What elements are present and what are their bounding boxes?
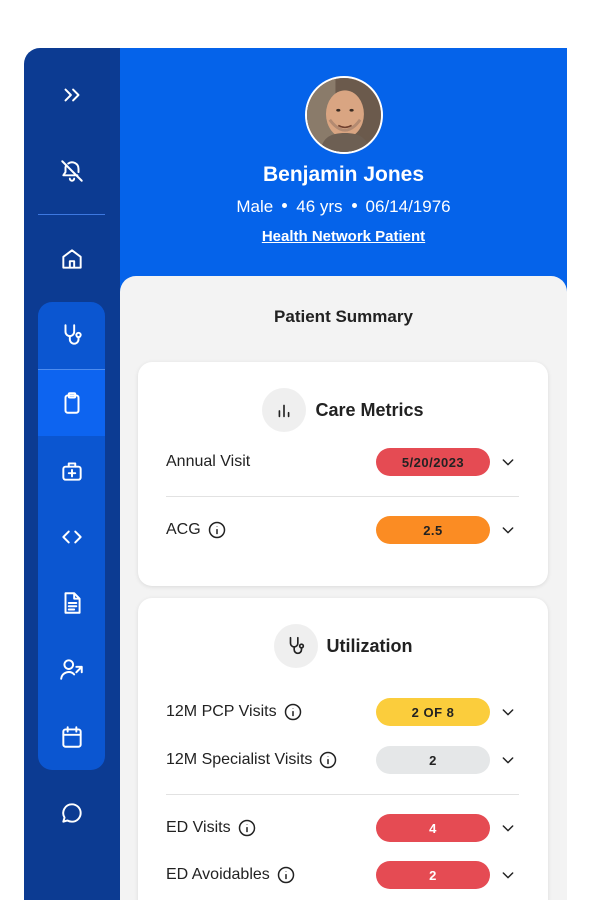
row-label-wrap: ED Visits <box>166 818 257 838</box>
sidebar-divider <box>38 214 105 215</box>
row-label-wrap: 12M PCP Visits <box>166 702 303 722</box>
expand-row-button[interactable] <box>498 452 518 472</box>
sidebar-item-code[interactable] <box>38 504 105 570</box>
code-icon <box>61 530 82 544</box>
stethoscope-icon <box>289 636 304 655</box>
utilization-card: Utilization 12M PCP Visits 2 OF 8 12M Sp… <box>138 598 548 900</box>
avatar <box>305 76 383 154</box>
metric-row-pcp-visits: 12M PCP Visits 2 OF 8 <box>166 697 522 727</box>
metric-label: Annual Visit <box>166 453 251 470</box>
home-icon <box>61 249 82 269</box>
expand-row-button[interactable] <box>498 520 518 540</box>
care-metrics-title: Care Metrics <box>315 399 424 420</box>
metric-row-acg: ACG 2.5 <box>166 515 522 545</box>
metric-label: 12M PCP Visits <box>166 703 277 720</box>
stethoscope-icon <box>64 324 82 345</box>
document-icon <box>64 592 81 614</box>
chevron-down-icon <box>502 459 514 466</box>
medical-kit-icon <box>61 462 82 481</box>
status-badge: 2 <box>376 861 490 889</box>
chevron-down-icon <box>502 709 514 716</box>
expand-sidebar-button[interactable] <box>38 62 105 128</box>
metric-row-ed-avoidables: ED Avoidables 2 <box>166 860 522 890</box>
row-label-wrap: ACG <box>166 520 227 540</box>
patient-panel: Benjamin Jones Male 46 yrs 06/14/1976 Heal… <box>120 48 567 900</box>
calendar-icon <box>61 726 82 748</box>
sidebar-item-care[interactable] <box>38 438 105 504</box>
expand-row-button[interactable] <box>498 865 518 885</box>
card-icon-badge <box>262 388 307 432</box>
chat-icon <box>61 803 82 823</box>
row-label-wrap: 12M Specialist Visits <box>166 750 338 770</box>
clipboard-icon <box>64 392 79 414</box>
metric-row-ed-visits: ED Visits 4 <box>166 813 522 843</box>
app-window: Benjamin Jones Male 46 yrs 06/14/1976 Heal… <box>24 48 567 900</box>
patient-dob: 06/14/1976 <box>365 197 451 216</box>
patient-name: Benjamin Jones <box>262 163 425 186</box>
separator-dot <box>351 203 357 209</box>
metric-label: ACG <box>166 521 201 538</box>
network-status: Health Network Patient <box>120 228 567 245</box>
utilization-header: Utilization <box>138 624 548 668</box>
chevron-down-icon <box>502 527 514 534</box>
summary-title: Patient Summary <box>274 307 413 326</box>
info-icon[interactable] <box>276 865 296 885</box>
chevron-down-icon <box>502 872 514 879</box>
care-metrics-header: Care Metrics <box>138 388 548 432</box>
info-icon[interactable] <box>237 818 257 838</box>
sidebar-item-documents[interactable] <box>38 570 105 636</box>
sidebar-item-messages[interactable] <box>38 780 105 846</box>
metric-row-specialist-visits: 12M Specialist Visits 2 <box>166 745 522 775</box>
sidebar-item-calendar[interactable] <box>38 704 105 770</box>
info-icon[interactable] <box>283 702 303 722</box>
notifications-off-icon <box>60 160 83 182</box>
chevron-down-icon <box>502 825 514 832</box>
info-icon[interactable] <box>207 520 227 540</box>
metric-label: ED Avoidables <box>166 866 270 883</box>
double-chevron-right-icon <box>64 88 79 102</box>
sidebar-item-home[interactable] <box>38 226 105 292</box>
metric-label: 12M Specialist Visits <box>166 751 313 768</box>
notifications-button[interactable] <box>38 138 105 204</box>
separator-dot <box>282 203 288 209</box>
chevron-down-icon <box>502 757 514 764</box>
patient-age: 46 yrs <box>296 197 343 216</box>
sidebar-item-summary[interactable] <box>38 370 105 436</box>
row-label-wrap: Annual Visit <box>166 453 250 471</box>
utilization-title: Utilization <box>326 635 413 656</box>
care-metrics-card: Care Metrics Annual Visit 5/20/2023 ACG … <box>138 362 548 586</box>
sidebar-item-referrals[interactable] <box>38 636 105 702</box>
bar-chart-icon <box>279 404 290 418</box>
row-label-wrap: ED Avoidables <box>166 865 296 885</box>
status-badge: 5/20/2023 <box>376 448 490 476</box>
health-network-link[interactable]: Health Network Patient <box>262 228 425 245</box>
status-badge: 2 <box>376 746 490 774</box>
patient-photo <box>307 78 381 152</box>
expand-row-button[interactable] <box>498 750 518 770</box>
row-divider <box>166 496 519 497</box>
user-referral-icon <box>59 659 83 680</box>
sidebar <box>24 48 120 900</box>
sidebar-item-clinical[interactable] <box>38 302 105 368</box>
status-badge: 2.5 <box>376 516 490 544</box>
info-icon[interactable] <box>318 750 338 770</box>
status-badge: 4 <box>376 814 490 842</box>
metric-row-annual-visit: Annual Visit 5/20/2023 <box>166 447 522 477</box>
expand-row-button[interactable] <box>498 818 518 838</box>
metric-label: ED Visits <box>166 819 231 836</box>
expand-row-button[interactable] <box>498 702 518 722</box>
card-icon-badge <box>273 624 318 668</box>
patient-demographics: Male 46 yrs 06/14/1976 <box>120 197 567 217</box>
status-badge: 2 OF 8 <box>376 698 490 726</box>
patient-sex: Male <box>236 197 274 216</box>
row-divider <box>166 794 519 795</box>
patient-summary-panel: Patient Summary Care Metrics Annual Visi… <box>120 276 567 900</box>
